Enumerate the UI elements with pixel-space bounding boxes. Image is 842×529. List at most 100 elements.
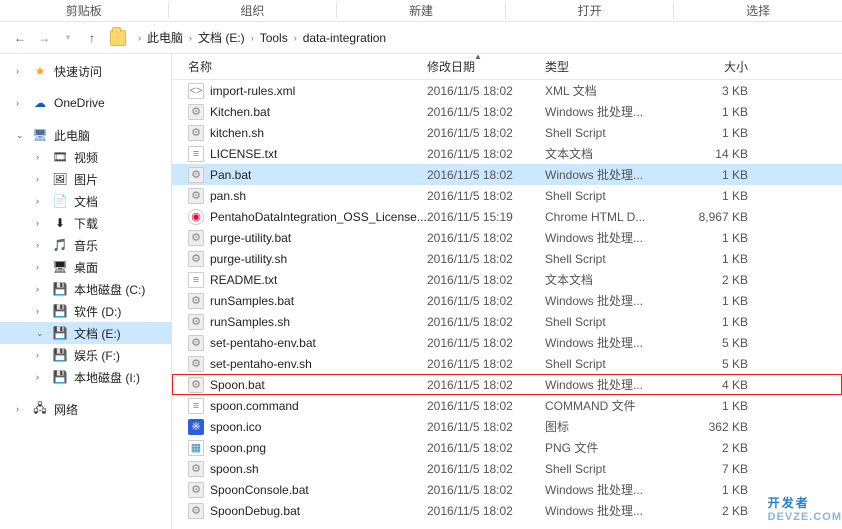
- file-name: Pan.bat: [210, 168, 251, 182]
- file-row[interactable]: ⚙runSamples.sh2016/11/5 18:02Shell Scrip…: [172, 311, 842, 332]
- chevron-right-icon: ›: [16, 66, 26, 76]
- downloads-icon: ⬇: [52, 215, 68, 231]
- sidebar-item-desktop[interactable]: ›🖥桌面: [0, 256, 171, 278]
- file-row[interactable]: ⚙Kitchen.bat2016/11/5 18:02Windows 批处理..…: [172, 101, 842, 122]
- breadcrumb[interactable]: › 此电脑 › 文档 (E:) › Tools › data-integrati…: [110, 29, 386, 46]
- file-icon: ⚙: [188, 503, 204, 519]
- sidebar-item-label: 音乐: [74, 237, 98, 254]
- file-size: 1 KB: [680, 399, 760, 413]
- sidebar-item-music[interactable]: ›🎵音乐: [0, 234, 171, 256]
- file-name: spoon.sh: [210, 462, 259, 476]
- ribbon-group-new[interactable]: 新建: [337, 0, 505, 21]
- drive-icon: 💾: [52, 369, 68, 385]
- file-type: Windows 批处理...: [545, 166, 680, 183]
- file-row[interactable]: ⚙set-pentaho-env.bat2016/11/5 18:02Windo…: [172, 332, 842, 353]
- ribbon-group-organize[interactable]: 组织: [169, 0, 337, 21]
- sidebar-item-downloads[interactable]: ›⬇下载: [0, 212, 171, 234]
- file-name: Spoon.bat: [210, 378, 265, 392]
- nav-back-button[interactable]: ←: [8, 26, 32, 50]
- sidebar-item-label: 下载: [74, 215, 98, 232]
- column-headers: ▲ 名称 修改日期 类型 大小: [172, 54, 842, 80]
- file-row[interactable]: ⚙pan.sh2016/11/5 18:02Shell Script1 KB: [172, 185, 842, 206]
- column-header-type[interactable]: 类型: [545, 58, 680, 75]
- file-date: 2016/11/5 18:02: [427, 168, 545, 182]
- breadcrumb-item[interactable]: 文档 (E:): [198, 29, 245, 46]
- file-name: Kitchen.bat: [210, 105, 270, 119]
- ribbon-group-clipboard[interactable]: 剪贴板: [0, 0, 168, 21]
- file-date: 2016/11/5 18:02: [427, 441, 545, 455]
- chevron-right-icon: ›: [36, 306, 46, 316]
- file-row[interactable]: <>import-rules.xml2016/11/5 18:02XML 文档3…: [172, 80, 842, 101]
- sidebar-this-pc[interactable]: ⌄ 🖥 此电脑: [0, 124, 171, 146]
- ribbon-group-select[interactable]: 选择: [674, 0, 842, 21]
- file-row[interactable]: ⚙purge-utility.bat2016/11/5 18:02Windows…: [172, 227, 842, 248]
- breadcrumb-item[interactable]: data-integration: [303, 31, 386, 45]
- file-type: Shell Script: [545, 189, 680, 203]
- sidebar-item-documents[interactable]: ›📄文档: [0, 190, 171, 212]
- sidebar-network[interactable]: › 🖧 网络: [0, 398, 171, 420]
- file-size: 2 KB: [680, 504, 760, 518]
- breadcrumb-root[interactable]: 此电脑: [147, 29, 183, 46]
- file-date: 2016/11/5 18:02: [427, 105, 545, 119]
- sidebar-item-drive[interactable]: ›💾娱乐 (F:): [0, 344, 171, 366]
- file-row[interactable]: ※spoon.ico2016/11/5 18:02图标362 KB: [172, 416, 842, 437]
- file-icon: ⚙: [188, 314, 204, 330]
- sidebar-item-drive[interactable]: ⌄💾文档 (E:): [0, 322, 171, 344]
- file-size: 14 KB: [680, 147, 760, 161]
- file-row[interactable]: ⚙set-pentaho-env.sh2016/11/5 18:02Shell …: [172, 353, 842, 374]
- file-size: 1 KB: [680, 105, 760, 119]
- file-size: 2 KB: [680, 273, 760, 287]
- file-row[interactable]: ≡README.txt2016/11/5 18:02文本文档2 KB: [172, 269, 842, 290]
- sidebar-item-pictures[interactable]: ›🖼图片: [0, 168, 171, 190]
- file-date: 2016/11/5 18:02: [427, 462, 545, 476]
- file-row[interactable]: ◉PentahoDataIntegration_OSS_License...20…: [172, 206, 842, 227]
- sidebar-item-drive[interactable]: ›💾软件 (D:): [0, 300, 171, 322]
- file-row[interactable]: ⚙runSamples.bat2016/11/5 18:02Windows 批处…: [172, 290, 842, 311]
- file-row[interactable]: ⚙Pan.bat2016/11/5 18:02Windows 批处理...1 K…: [172, 164, 842, 185]
- sidebar-item-drive[interactable]: ›💾本地磁盘 (I:): [0, 366, 171, 388]
- drive-icon: 💾: [52, 325, 68, 341]
- nav-recent-button[interactable]: ▾: [56, 26, 80, 50]
- file-name: purge-utility.sh: [210, 252, 287, 266]
- video-icon: 🎞: [52, 149, 68, 165]
- sidebar-onedrive[interactable]: › ☁ OneDrive: [0, 92, 171, 114]
- file-row[interactable]: ⚙Spoon.bat2016/11/5 18:02Windows 批处理...4…: [172, 374, 842, 395]
- sidebar-quick-access[interactable]: › ★ 快速访问: [0, 60, 171, 82]
- file-row[interactable]: ⚙SpoonConsole.bat2016/11/5 18:02Windows …: [172, 479, 842, 500]
- file-type: Windows 批处理...: [545, 481, 680, 498]
- file-date: 2016/11/5 18:02: [427, 504, 545, 518]
- file-size: 1 KB: [680, 168, 760, 182]
- file-row[interactable]: ▦spoon.png2016/11/5 18:02PNG 文件2 KB: [172, 437, 842, 458]
- drive-icon: 💾: [52, 281, 68, 297]
- file-type: PNG 文件: [545, 439, 680, 456]
- file-type: Windows 批处理...: [545, 502, 680, 519]
- sidebar-item-drive[interactable]: ›💾本地磁盘 (C:): [0, 278, 171, 300]
- column-header-size[interactable]: 大小: [680, 58, 760, 75]
- ribbon-group-open[interactable]: 打开: [506, 0, 674, 21]
- file-date: 2016/11/5 18:02: [427, 294, 545, 308]
- file-size: 8,967 KB: [680, 210, 760, 224]
- sidebar-item-video[interactable]: ›🎞视频: [0, 146, 171, 168]
- file-name: SpoonDebug.bat: [210, 504, 300, 518]
- file-size: 3 KB: [680, 84, 760, 98]
- file-row[interactable]: ≡LICENSE.txt2016/11/5 18:02文本文档14 KB: [172, 143, 842, 164]
- file-date: 2016/11/5 15:19: [427, 210, 545, 224]
- file-row[interactable]: ≡spoon.command2016/11/5 18:02COMMAND 文件1…: [172, 395, 842, 416]
- file-date: 2016/11/5 18:02: [427, 147, 545, 161]
- nav-up-button[interactable]: ↑: [80, 26, 104, 50]
- column-header-date[interactable]: 修改日期: [427, 58, 545, 75]
- file-row[interactable]: ⚙ SpoonDebug.bat 2016/11/5 18:02Windows 批处…: [172, 500, 842, 521]
- file-row[interactable]: ⚙kitchen.sh2016/11/5 18:02Shell Script1 …: [172, 122, 842, 143]
- star-icon: ★: [32, 63, 48, 79]
- file-size: 7 KB: [680, 462, 760, 476]
- chevron-right-icon: ›: [36, 262, 46, 272]
- file-date: 2016/11/5 18:02: [427, 378, 545, 392]
- file-row[interactable]: ⚙purge-utility.sh2016/11/5 18:02Shell Sc…: [172, 248, 842, 269]
- file-row[interactable]: ⚙spoon.sh2016/11/5 18:02Shell Script7 KB: [172, 458, 842, 479]
- column-header-name[interactable]: 名称: [172, 58, 427, 75]
- file-icon: ⚙: [188, 377, 204, 393]
- nav-forward-button[interactable]: →: [32, 26, 56, 50]
- breadcrumb-item[interactable]: Tools: [260, 31, 288, 45]
- file-size: 1 KB: [680, 294, 760, 308]
- file-icon: ⚙: [188, 251, 204, 267]
